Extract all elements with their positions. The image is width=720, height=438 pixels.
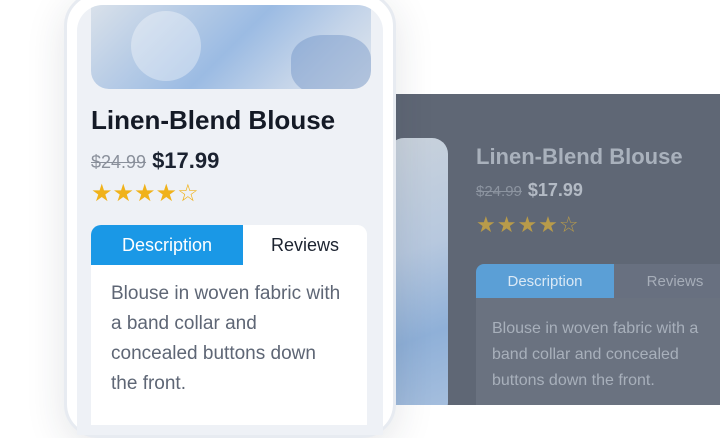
product-title: Linen-Blend Blouse: [91, 105, 336, 135]
background-rating-stars: ★★★★☆: [476, 212, 580, 237]
product-image: [91, 5, 371, 89]
background-description-text: Blouse in woven fabric with a band colla…: [476, 298, 720, 405]
current-price: $17.99: [152, 148, 220, 173]
phone-frame: Linen-Blend Blouse $24.99 $17.99 ★★★★☆ D…: [64, 0, 396, 438]
background-current-price: $17.99: [527, 180, 583, 200]
background-product-card: Linen-Blend Blouse $24.99 $17.99 ★★★★☆ D…: [380, 94, 720, 405]
background-price-row: $24.99 $17.99: [476, 180, 583, 201]
background-tab-reviews[interactable]: Reviews: [614, 264, 720, 298]
background-product-image: [388, 138, 448, 405]
tab-description[interactable]: Description: [91, 225, 243, 265]
tab-bar: Description Reviews: [91, 225, 367, 265]
price-row: $24.99 $17.99: [91, 148, 219, 174]
background-tab-bar: Description Reviews: [476, 264, 720, 298]
tab-reviews[interactable]: Reviews: [243, 225, 367, 265]
description-text: Blouse in woven fabric with a band colla…: [91, 265, 367, 425]
background-old-price: $24.99: [476, 183, 522, 200]
image-shadow: [291, 35, 371, 89]
rating-stars: ★★★★☆: [91, 180, 199, 207]
phone-screen: Linen-Blend Blouse $24.99 $17.99 ★★★★☆ D…: [77, 5, 383, 435]
image-highlight: [131, 11, 201, 81]
background-tab-description[interactable]: Description: [476, 264, 614, 298]
old-price: $24.99: [91, 152, 147, 172]
background-product-title: Linen-Blend Blouse: [476, 144, 683, 169]
